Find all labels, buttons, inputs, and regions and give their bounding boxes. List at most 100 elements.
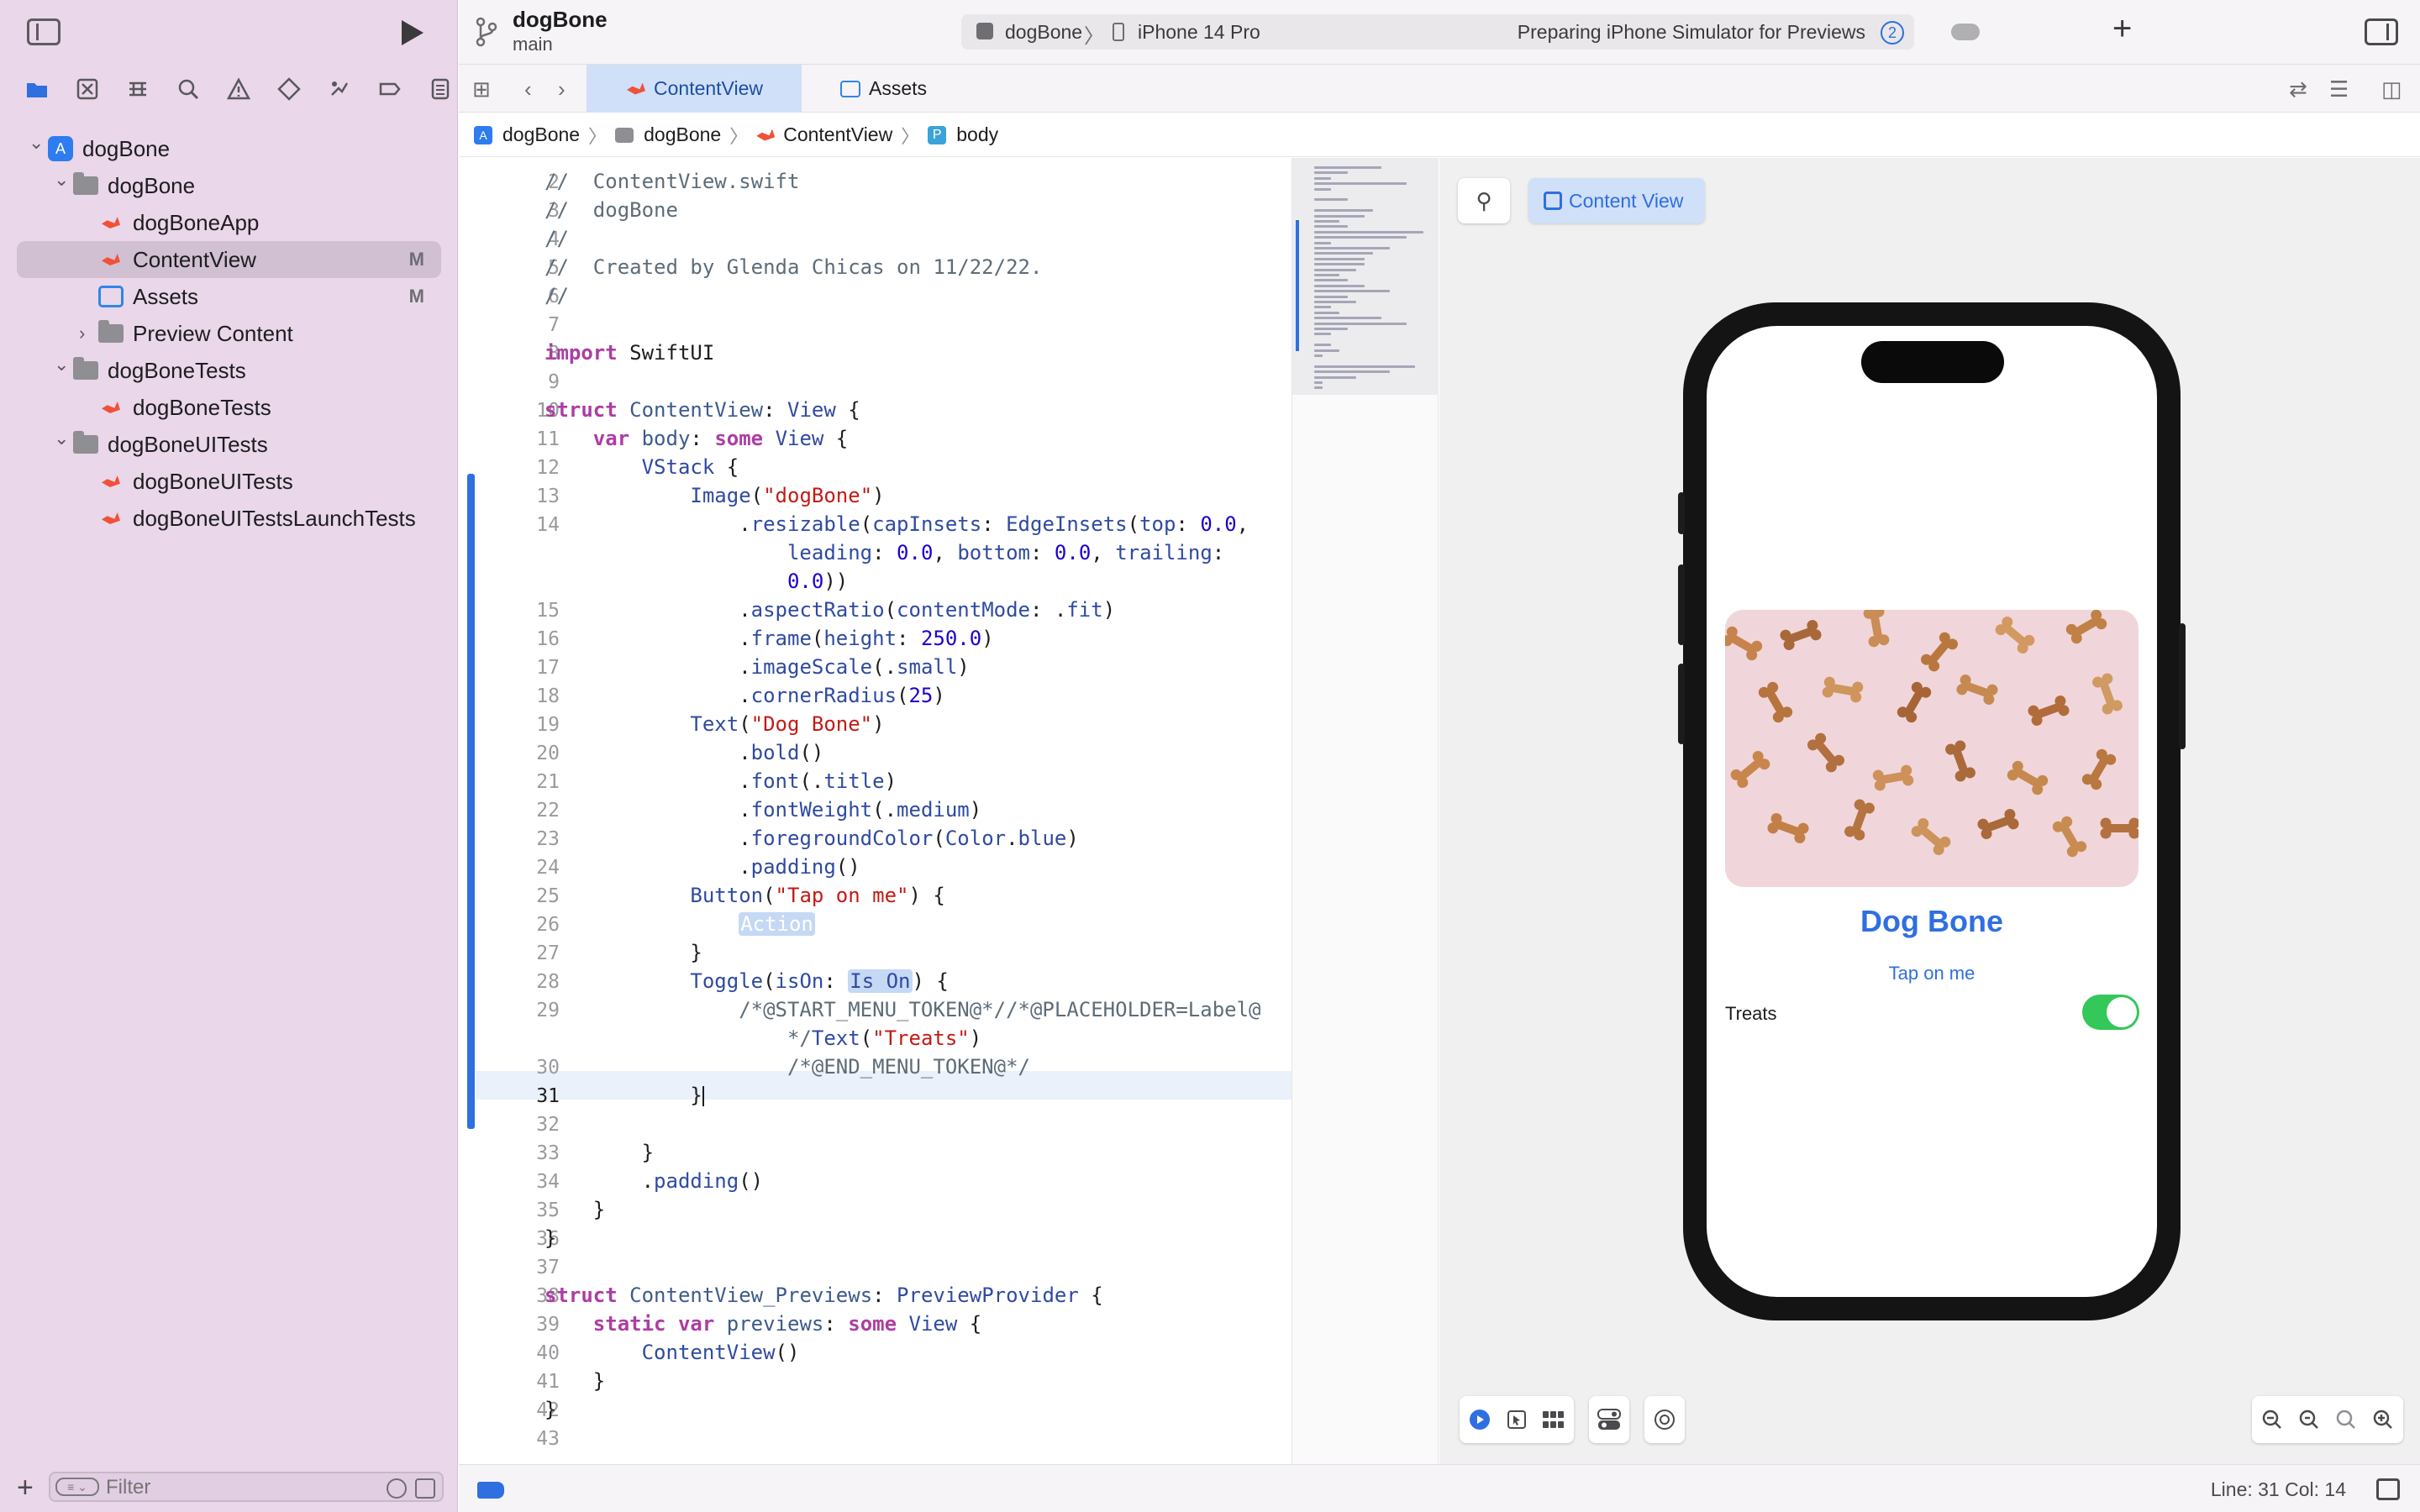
chevron-down-icon[interactable]: ⌄ xyxy=(54,428,69,449)
code-line[interactable]: static var previews: some View { xyxy=(544,1312,981,1336)
scheme-selector[interactable]: dogBone xyxy=(1005,21,1082,44)
minimap[interactable] xyxy=(1292,158,1439,1464)
code-line[interactable]: /*@END_MENU_TOKEN@*/ xyxy=(544,1055,1030,1079)
minimap-viewport[interactable] xyxy=(1292,158,1439,395)
navigator-item[interactable]: Assets M xyxy=(0,278,458,315)
code-line[interactable]: */Text("Treats") xyxy=(544,1026,981,1050)
tap-on-me-button[interactable]: Tap on me xyxy=(1707,963,2157,984)
sidebar-toggle-icon[interactable] xyxy=(27,18,60,45)
source-control-icon[interactable] xyxy=(62,72,113,106)
warning-icon[interactable] xyxy=(213,72,264,106)
chevron-down-icon[interactable]: ⌄ xyxy=(54,354,69,375)
grid-icon[interactable]: ⊞ xyxy=(472,76,491,102)
treats-toggle[interactable] xyxy=(2082,995,2139,1030)
code-line[interactable]: var body: some View { xyxy=(544,427,848,450)
add-file-button[interactable]: + xyxy=(17,1472,34,1504)
code-line[interactable]: struct ContentView: View { xyxy=(544,398,860,422)
code-line[interactable]: .fontWeight(.medium) xyxy=(544,798,981,822)
source-editor[interactable]: 2// ContentView.swift 3// dogBone 4//5// C… xyxy=(459,158,1292,1464)
filter-input[interactable] xyxy=(106,1477,358,1499)
code-line[interactable]: } xyxy=(544,941,702,964)
code-line[interactable]: } xyxy=(544,1226,556,1250)
navigator-item[interactable]: dogBoneUITestsLaunchTests xyxy=(0,500,458,537)
code-line[interactable]: } xyxy=(544,1369,605,1393)
code-line[interactable]: Action xyxy=(544,912,815,936)
code-line[interactable]: .bold() xyxy=(544,741,823,764)
code-line[interactable]: Toggle(isOn: Is On) { xyxy=(544,969,949,993)
swap-icon[interactable]: ⇄ xyxy=(2289,76,2307,102)
forward-chevron-icon[interactable]: › xyxy=(558,76,566,102)
code-line[interactable]: /*@START_MENU_TOKEN@*//*@PLACEHOLDER=Lab… xyxy=(544,998,1260,1021)
breakpoint-icon[interactable] xyxy=(365,72,415,106)
code-line[interactable]: } xyxy=(544,1398,556,1421)
navigator-item[interactable]: dogBoneApp xyxy=(0,204,458,241)
code-line[interactable]: } xyxy=(544,1198,605,1221)
code-line[interactable]: .imageScale(.small) xyxy=(544,655,970,679)
code-line[interactable]: struct ContentView_Previews: PreviewProv… xyxy=(544,1284,1103,1307)
chevron-down-icon[interactable]: ⌄ xyxy=(54,169,69,191)
live-preview-icon[interactable] xyxy=(1468,1408,1491,1431)
code-line[interactable]: Text("Dog Bone") xyxy=(544,712,884,736)
code-line[interactable]: // dogBone xyxy=(544,198,678,222)
symbol-icon[interactable] xyxy=(113,72,163,106)
debug-area-toggle-icon[interactable] xyxy=(2376,1478,2400,1500)
code-line[interactable]: leading: 0.0, bottom: 0.0, trailing: xyxy=(544,541,1224,564)
info-circle-icon[interactable] xyxy=(1653,1408,1676,1431)
inspector-toggle-icon[interactable] xyxy=(2365,18,2398,45)
library-add-button[interactable]: + xyxy=(2112,10,2132,48)
split-editor-icon[interactable]: ◫ xyxy=(2381,76,2402,102)
code-line[interactable]: // Created by Glenda Chicas on 11/22/22. xyxy=(544,255,1042,279)
code-line[interactable]: ContentView() xyxy=(544,1341,800,1364)
editor-options-icon[interactable]: ☰ xyxy=(2329,76,2349,102)
breadcrumb-symbol[interactable]: P body xyxy=(928,123,998,146)
code-line[interactable]: .padding() xyxy=(544,1169,764,1193)
run-destination-selector[interactable]: iPhone 14 Pro xyxy=(1138,21,1260,44)
code-line[interactable]: .cornerRadius(25) xyxy=(544,684,945,707)
zoom-out-icon[interactable] xyxy=(2260,1408,2284,1431)
chevron-right-icon[interactable]: › xyxy=(79,323,94,344)
code-line[interactable]: // ContentView.swift xyxy=(544,170,799,193)
navigator-item[interactable]: ⌄ AdogBone xyxy=(0,130,458,167)
preview-selector-button[interactable]: Content View xyxy=(1528,178,1705,223)
pin-icon[interactable]: ⚲ xyxy=(1458,178,1510,223)
code-line[interactable]: .font(.title) xyxy=(544,769,897,793)
zoom-in-icon[interactable] xyxy=(2371,1408,2395,1431)
test-icon[interactable] xyxy=(264,72,314,106)
report-icon[interactable] xyxy=(415,72,466,106)
back-chevron-icon[interactable]: ‹ xyxy=(524,76,532,102)
code-line[interactable]: VStack { xyxy=(544,455,739,479)
code-line[interactable]: .aspectRatio(contentMode: .fit) xyxy=(544,598,1115,622)
navigator-item[interactable]: ContentView M xyxy=(17,241,441,278)
tab-assets[interactable]: Assets xyxy=(802,65,970,113)
code-line[interactable]: // xyxy=(544,284,569,307)
chevron-down-icon[interactable]: ⌄ xyxy=(29,132,44,154)
change-indicator-bar[interactable] xyxy=(467,474,475,1129)
breakpoint-tag-icon[interactable] xyxy=(477,1482,504,1499)
navigator-item[interactable]: ⌄ dogBoneUITests xyxy=(0,426,458,463)
tab-contentview[interactable]: ContentView xyxy=(587,65,802,113)
filter-field[interactable]: ≡ ⌄ xyxy=(49,1472,444,1502)
code-line[interactable]: import SwiftUI xyxy=(544,341,714,365)
navigator-item[interactable]: dogBoneTests xyxy=(0,389,458,426)
navigator-item[interactable]: ⌄ dogBone xyxy=(0,167,458,204)
breadcrumb-group[interactable]: dogBone xyxy=(615,123,721,146)
run-button[interactable] xyxy=(402,20,424,45)
search-icon[interactable] xyxy=(163,72,213,106)
code-line[interactable]: .padding() xyxy=(544,855,860,879)
recent-files-icon[interactable] xyxy=(387,1478,407,1499)
breadcrumb-project[interactable]: A dogBone xyxy=(474,123,580,146)
device-settings-icon[interactable] xyxy=(1597,1408,1621,1431)
code-line[interactable]: 0.0)) xyxy=(544,570,848,593)
selectable-mode-icon[interactable] xyxy=(1505,1408,1528,1431)
filter-options-icon[interactable]: ≡ ⌄ xyxy=(55,1478,99,1496)
cloud-icon[interactable] xyxy=(1951,24,1980,40)
navigator-item[interactable]: › Preview Content xyxy=(0,315,458,352)
code-line[interactable]: } xyxy=(544,1141,654,1164)
code-line[interactable]: .resizable(capInsets: EdgeInsets(top: 0.… xyxy=(544,512,1249,536)
variants-grid-icon[interactable] xyxy=(1542,1408,1565,1431)
code-line[interactable]: .frame(height: 250.0) xyxy=(544,627,993,650)
navigator-item[interactable]: dogBoneUITests xyxy=(0,463,458,500)
zoom-actual-size-icon[interactable] xyxy=(2297,1408,2321,1431)
code-line[interactable]: } xyxy=(544,1084,704,1107)
code-line[interactable]: Image("dogBone") xyxy=(544,484,884,507)
